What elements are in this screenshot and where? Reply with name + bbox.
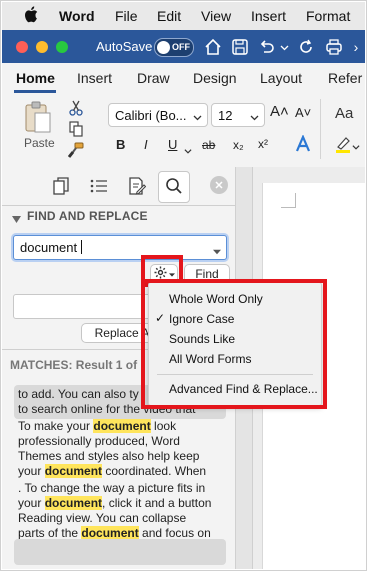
menu-format[interactable]: Format (306, 8, 350, 24)
chevron-down-icon (193, 109, 202, 127)
grow-font-button[interactable]: A˄ (270, 103, 289, 120)
search-icon (165, 177, 183, 200)
tab-insert[interactable]: Insert (77, 70, 112, 86)
search-input-value: document (20, 240, 78, 255)
autosave-label: AutoSave (96, 39, 153, 54)
snippet-text: coordinated. When (102, 464, 207, 478)
pane-divider (2, 205, 235, 206)
font-size-value: 12 (218, 108, 233, 123)
font-name-value: Calibri (Bo... (115, 108, 187, 123)
search-input[interactable]: document (13, 235, 227, 260)
list-item[interactable] (14, 539, 226, 565)
margin-corner-mark (281, 193, 296, 208)
search-tab[interactable] (158, 171, 190, 203)
italic-button[interactable]: I (144, 137, 148, 152)
menu-insert[interactable]: Insert (251, 8, 286, 24)
snippet-text: your (18, 464, 45, 478)
outline-list-icon[interactable] (88, 175, 110, 197)
subscript-button[interactable]: x₂ (233, 138, 244, 152)
active-tab-indicator (14, 90, 56, 93)
minimize-window-button[interactable] (36, 41, 48, 53)
tab-draw[interactable]: Draw (137, 70, 170, 86)
shrink-font-button[interactable]: A˅ (295, 105, 311, 120)
print-icon[interactable] (323, 36, 345, 58)
chevron-down-icon[interactable] (352, 138, 360, 156)
menu-view[interactable]: View (201, 8, 231, 24)
paste-label[interactable]: Paste (24, 136, 55, 150)
undo-dropdown-icon[interactable] (279, 36, 289, 58)
tab-home[interactable]: Home (16, 70, 55, 86)
chevron-down-icon[interactable] (213, 243, 221, 261)
snippet-text: your (18, 496, 45, 510)
close-window-button[interactable] (16, 41, 28, 53)
highlight-pen-icon[interactable] (332, 133, 354, 155)
list-item[interactable]: To make your document look professionall… (14, 417, 226, 481)
tab-design[interactable]: Design (193, 70, 237, 86)
snippet-line: professionally produced, Word (18, 434, 180, 448)
tab-layout[interactable]: Layout (260, 70, 302, 86)
font-size-select[interactable]: 12 (211, 103, 265, 127)
menu-edit[interactable]: Edit (157, 8, 181, 24)
chevron-down-icon[interactable] (184, 142, 192, 160)
chevron-down-icon (250, 109, 259, 127)
superscript-button[interactable]: x² (258, 137, 268, 151)
ribbon-tabs: Home Insert Draw Design Layout Refer (2, 63, 365, 95)
snippet-text: and focus on (138, 526, 211, 540)
format-painter-icon[interactable] (66, 141, 86, 159)
snippet-line: Themes and styles also help keep (18, 449, 200, 463)
text-cursor (81, 240, 82, 254)
snippet-text: parts of the (18, 526, 82, 540)
ribbon-divider (320, 99, 321, 159)
snippet-text: look (150, 419, 177, 433)
snippet-line: . To change the way a picture fits in (18, 481, 206, 495)
save-icon[interactable] (229, 36, 251, 58)
paste-icon[interactable] (18, 99, 58, 135)
font-name-select[interactable]: Calibri (Bo... (108, 103, 208, 127)
menu-bar: Word File Edit View Insert Format (2, 2, 365, 30)
list-item[interactable]: . To change the way a picture fits in yo… (14, 479, 226, 543)
strikethrough-button[interactable]: ab (202, 138, 215, 152)
close-pane-icon[interactable] (210, 176, 228, 194)
tab-references[interactable]: Refer (328, 70, 362, 86)
find-replace-heading: FIND AND REPLACE (27, 209, 148, 223)
copy-icon[interactable] (66, 120, 86, 138)
styles-gallery-button[interactable]: Aa (335, 105, 353, 122)
snippet-text: To make your (18, 419, 94, 433)
text-effects-icon[interactable] (292, 133, 314, 155)
snippet-text: , click it and a button (102, 496, 212, 510)
undo-icon[interactable] (256, 36, 278, 58)
match-highlight: document (81, 526, 139, 540)
menu-app-word[interactable]: Word (59, 8, 95, 24)
autosave-toggle[interactable]: OFF (154, 38, 194, 57)
window-title-bar: AutoSave OFF › (2, 30, 365, 63)
match-highlight: document (44, 464, 103, 478)
zoom-window-button[interactable] (56, 41, 68, 53)
annotation-highlight-box (141, 279, 327, 409)
reviewing-pane-icon[interactable] (126, 175, 148, 197)
bold-button[interactable]: B (116, 137, 125, 152)
toggle-state-label: OFF (172, 42, 190, 52)
collapse-triangle-icon[interactable] (12, 211, 21, 229)
matches-label: MATCHES: Result 1 of (10, 358, 138, 372)
menu-file[interactable]: File (115, 8, 138, 24)
cut-icon[interactable] (66, 99, 86, 117)
snippet-line: Reading view. You can collapse (18, 511, 187, 525)
toggle-knob (157, 41, 170, 54)
underline-button[interactable]: U (168, 137, 177, 152)
match-highlight: document (44, 496, 103, 510)
more-titlebar-icon[interactable]: › (348, 36, 364, 58)
thumbnails-icon[interactable] (50, 175, 72, 197)
home-icon[interactable] (202, 36, 224, 58)
match-highlight: document (93, 419, 151, 433)
redo-icon[interactable] (295, 36, 317, 58)
apple-icon[interactable] (24, 6, 38, 28)
ribbon-home: Paste Calibri (Bo... 12 A˄ A˅ Aa B I U a… (2, 95, 365, 168)
